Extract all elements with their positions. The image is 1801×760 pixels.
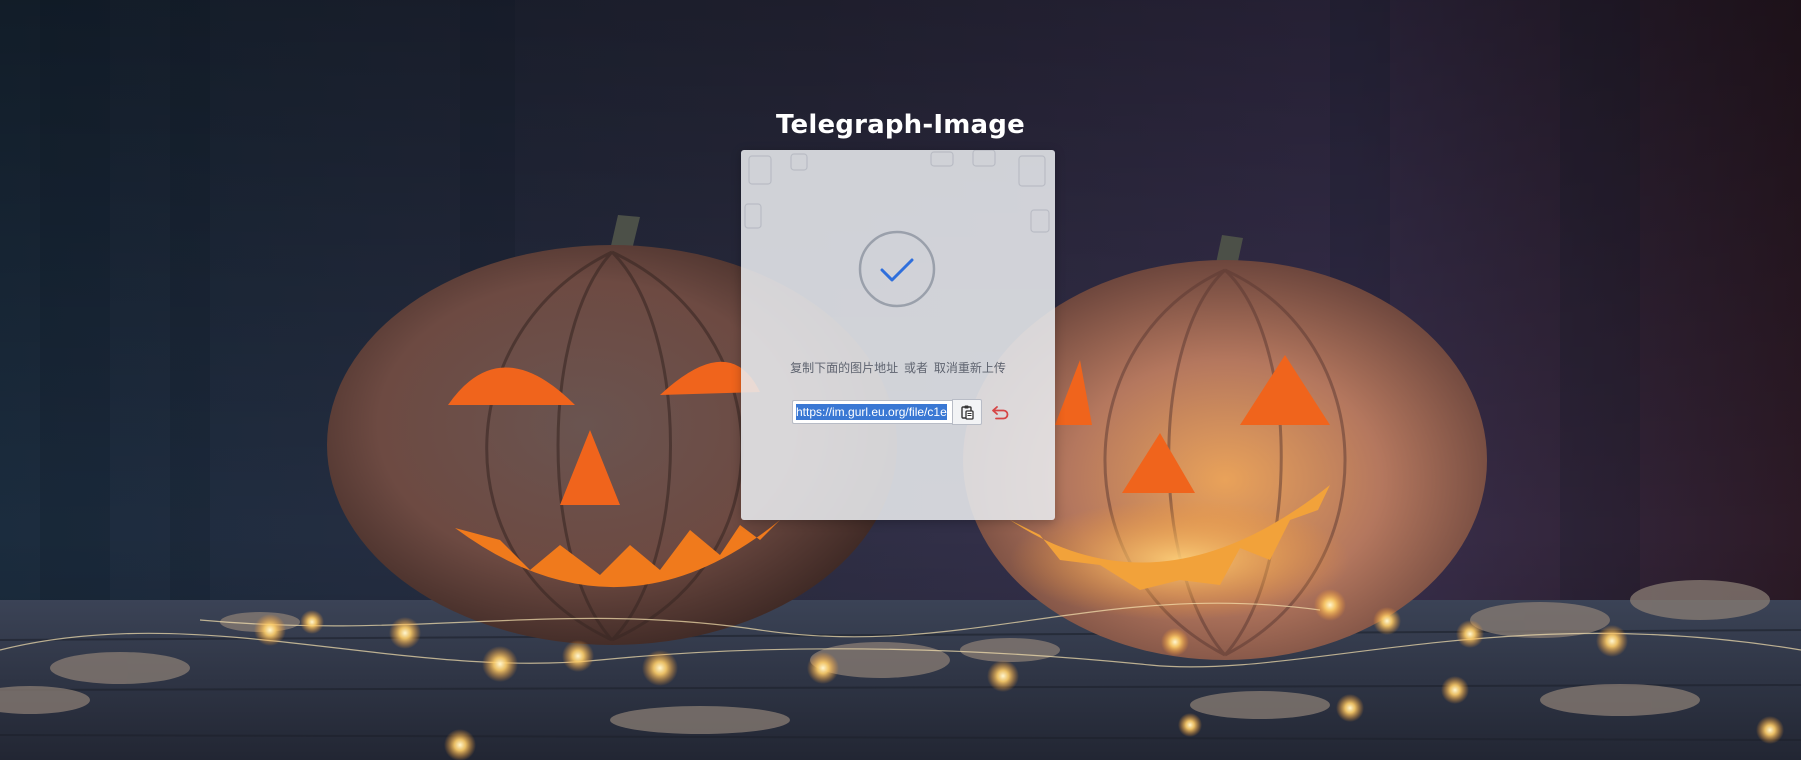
copy-button[interactable] [952,399,982,425]
undo-icon [992,406,1009,420]
card-pattern [744,150,1050,233]
result-hint: 复制下面的图片地址 或者 取消重新上传 [741,359,1055,376]
success-check-icon [858,230,936,308]
clipboard-icon [961,405,974,420]
url-row: https://im.gurl.eu.org/file/c1e [792,399,1012,425]
hint-or-text: 或者 [903,361,928,375]
hint-copy-text: 复制下面的图片地址 [790,361,899,375]
page-title: Telegraph-Image [776,110,1025,140]
upload-card: 复制下面的图片地址 或者 取消重新上传 https://im.gurl.eu.o… [741,150,1055,520]
url-input-wrap: https://im.gurl.eu.org/file/c1e [792,399,952,425]
cancel-reupload-link[interactable]: 取消重新上传 [934,361,1006,375]
reupload-button[interactable] [990,401,1012,423]
image-url-input[interactable] [792,400,952,424]
